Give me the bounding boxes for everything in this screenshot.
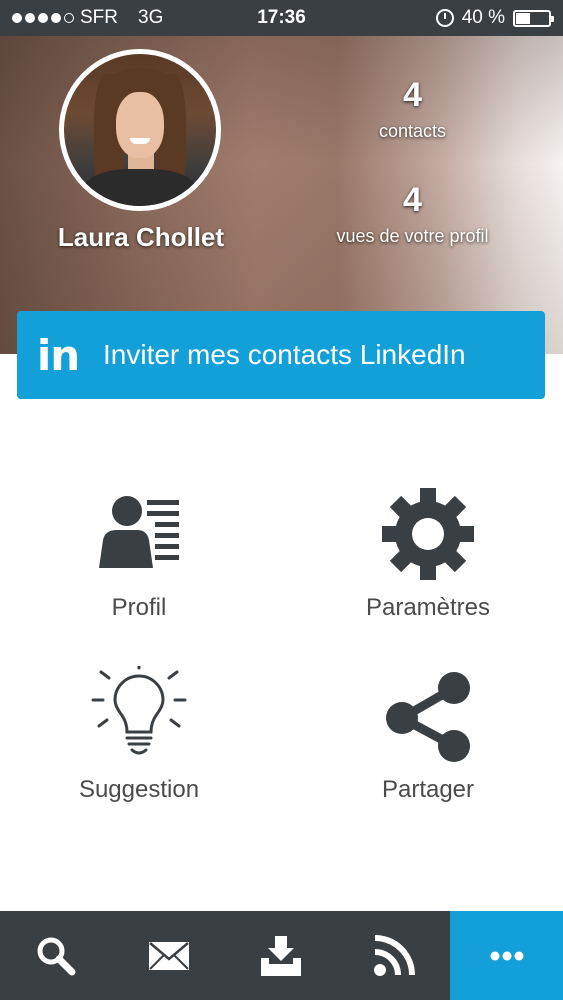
- profile-header: Laura Chollet 4 contacts 4 vues de votre…: [0, 36, 563, 354]
- tab-messages[interactable]: [113, 911, 226, 1000]
- rss-icon: [374, 934, 416, 976]
- menu-profil-label: Profil: [111, 594, 167, 621]
- avatar[interactable]: [59, 49, 221, 211]
- signal-strength-icon: [12, 13, 74, 23]
- tab-inbox[interactable]: [225, 911, 338, 1000]
- invite-linkedin-label: Inviter mes contacts LinkedIn: [103, 339, 466, 370]
- profile-views-count: 4: [403, 181, 422, 219]
- search-icon: [37, 937, 76, 975]
- inbox-download-icon: [261, 935, 302, 976]
- menu-parametres-button[interactable]: Paramètres: [308, 484, 548, 644]
- menu-parametres-label: Paramètres: [365, 594, 491, 621]
- menu-suggestion-label: Suggestion: [78, 776, 200, 803]
- contacts-count: 4: [403, 76, 422, 114]
- invite-linkedin-button[interactable]: in Inviter mes contacts LinkedIn: [17, 311, 545, 399]
- bottom-tab-bar: [0, 911, 563, 1000]
- network-type: 3G: [138, 7, 164, 28]
- menu-suggestion-button[interactable]: Suggestion: [19, 666, 259, 826]
- menu-partager-button[interactable]: Partager: [308, 666, 548, 826]
- profile-card-icon: [99, 496, 179, 568]
- battery-percent: 40 %: [461, 7, 505, 28]
- gear-icon: [382, 488, 474, 580]
- lightbulb-icon: [91, 666, 187, 755]
- menu-partager-label: Partager: [381, 776, 475, 803]
- clock: 17:36: [257, 7, 306, 28]
- tab-more[interactable]: [450, 911, 563, 1000]
- contacts-stat[interactable]: 4 contacts: [310, 76, 515, 142]
- user-name: Laura Chollet: [57, 222, 225, 252]
- status-right: 40 %: [351, 7, 554, 29]
- profile-views-stat[interactable]: 4 vues de votre profil: [310, 181, 515, 247]
- tab-search[interactable]: [0, 911, 113, 1000]
- alarm-icon: [435, 9, 454, 27]
- contacts-label: contacts: [378, 121, 447, 141]
- status-left: SFR 3G: [12, 7, 212, 29]
- menu-profil-button[interactable]: Profil: [19, 484, 259, 644]
- linkedin-logo-icon: in: [36, 330, 80, 380]
- mail-icon: [148, 941, 189, 970]
- battery-icon: [513, 9, 554, 27]
- profile-views-label: vues de votre profil: [336, 226, 489, 246]
- carrier-name: SFR: [80, 7, 118, 28]
- status-bar: SFR 3G 17:36 40 %: [0, 0, 563, 36]
- more-icon: [490, 951, 524, 960]
- tab-feed[interactable]: [338, 911, 451, 1000]
- share-icon: [386, 672, 470, 762]
